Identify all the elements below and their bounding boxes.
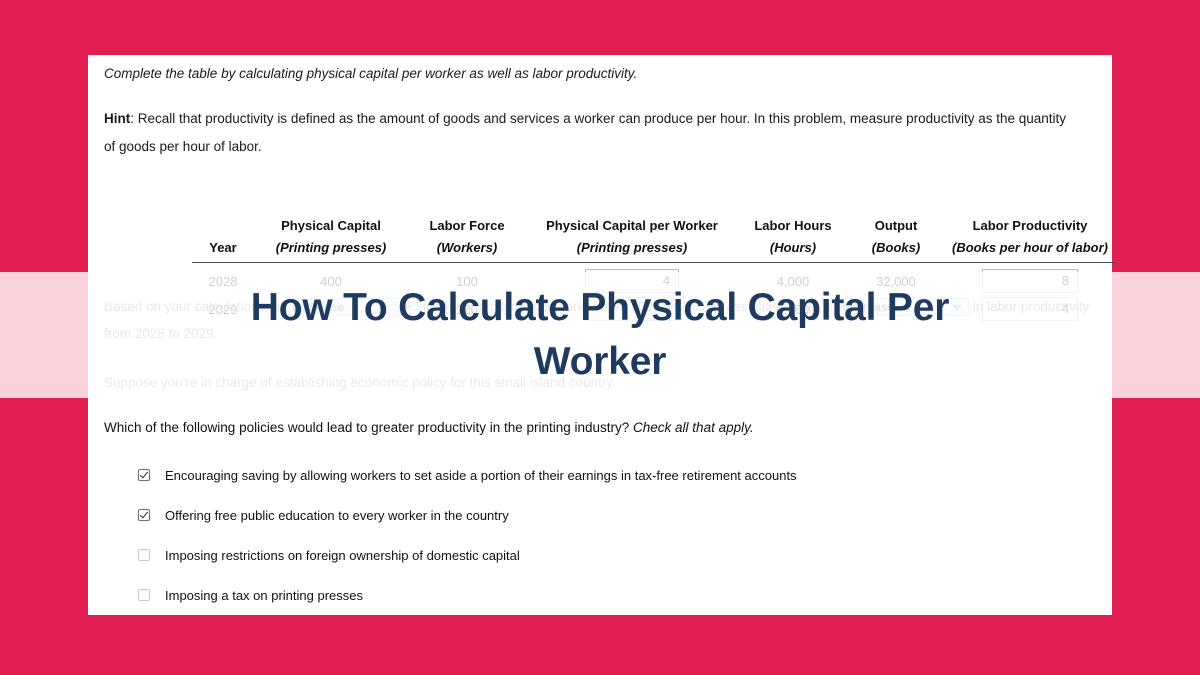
direction-select-productivity[interactable]: decrease — [834, 298, 970, 317]
checkbox-option-2[interactable] — [138, 509, 150, 521]
checkbox-option-3[interactable] — [138, 549, 150, 561]
cell-output: 32,000 — [876, 273, 916, 289]
analysis-section: Based on your calculations, a decrease i… — [104, 293, 1096, 396]
direction-select-capital-value: decrease — [292, 300, 345, 315]
cell-labor-force: 100 — [456, 273, 478, 289]
analysis-text-part-1: Based on your calculations, a — [104, 299, 281, 314]
hint-body: : Recall that productivity is defined as… — [104, 110, 1067, 154]
header-capital-per-worker: Physical Capital per Worker (Printing pr… — [546, 218, 718, 255]
header-labor-force: Labor Force (Workers) — [429, 218, 505, 255]
direction-select-productivity-value: decrease — [842, 300, 895, 315]
header-year: Year — [209, 240, 237, 255]
chevron-down-icon — [402, 305, 413, 312]
capital-per-worker-input[interactable]: 4 — [585, 269, 679, 293]
option-label-3: Imposing restrictions on foreign ownersh… — [165, 547, 520, 563]
header-labor-productivity: Labor Productivity (Books per hour of la… — [952, 218, 1108, 255]
analysis-sentence: Based on your calculations, a decrease i… — [104, 293, 1096, 347]
question-text: Which of the following policies would le… — [104, 417, 754, 439]
option-label-2: Offering free public education to every … — [165, 507, 509, 523]
cell-labor-productivity: 8 — [944, 263, 1116, 296]
table-header-row: Year Physical Capital (Printing presses)… — [192, 215, 1116, 263]
instruction-text: Complete the table by calculating physic… — [104, 66, 638, 81]
cell-capital-per-worker: 4 — [526, 263, 738, 296]
analysis-text-part-2: in physical capital per worker from 2028… — [422, 299, 831, 314]
cell-year: 2028 — [208, 273, 238, 289]
option-label-1: Encouraging saving by allowing workers t… — [165, 467, 797, 483]
cell-physical-capital: 400 — [320, 273, 342, 289]
question-body: Which of the following policies would le… — [104, 420, 634, 435]
option-row-3[interactable]: Imposing restrictions on foreign ownersh… — [138, 535, 1078, 575]
question-emphasis: Check all that apply. — [633, 420, 754, 435]
problem-card: Complete the table by calculating physic… — [88, 55, 1116, 615]
header-output: Output (Books) — [871, 218, 921, 255]
option-row-1[interactable]: Encouraging saving by allowing workers t… — [138, 455, 1078, 495]
option-row-4[interactable]: Imposing a tax on printing presses — [138, 575, 1078, 615]
table-row: 2028 400 100 4 4,000 32,000 8 — [192, 263, 1116, 296]
chevron-down-icon — [952, 305, 963, 312]
policy-intro-text: Suppose you're in charge of establishing… — [104, 375, 616, 390]
options-list: Encouraging saving by allowing workers t… — [138, 455, 1078, 615]
direction-select-capital[interactable]: decrease — [284, 298, 420, 317]
cell-labor-hours: 4,000 — [776, 273, 810, 289]
labor-productivity-input[interactable]: 8 — [982, 269, 1078, 293]
header-labor-hours: Labor Hours (Hours) — [754, 218, 832, 255]
header-physical-capital: Physical Capital (Printing presses) — [275, 218, 387, 255]
hint-text: Hint: Recall that productivity is define… — [104, 85, 1072, 160]
checkbox-option-1[interactable] — [138, 469, 150, 481]
checkbox-option-4[interactable] — [138, 589, 150, 601]
hint-label: Hint — [104, 110, 131, 126]
prompt-section: Complete the table by calculating physic… — [104, 55, 1096, 160]
option-label-4: Imposing a tax on printing presses — [165, 587, 363, 603]
option-row-2[interactable]: Offering free public education to every … — [138, 495, 1078, 535]
